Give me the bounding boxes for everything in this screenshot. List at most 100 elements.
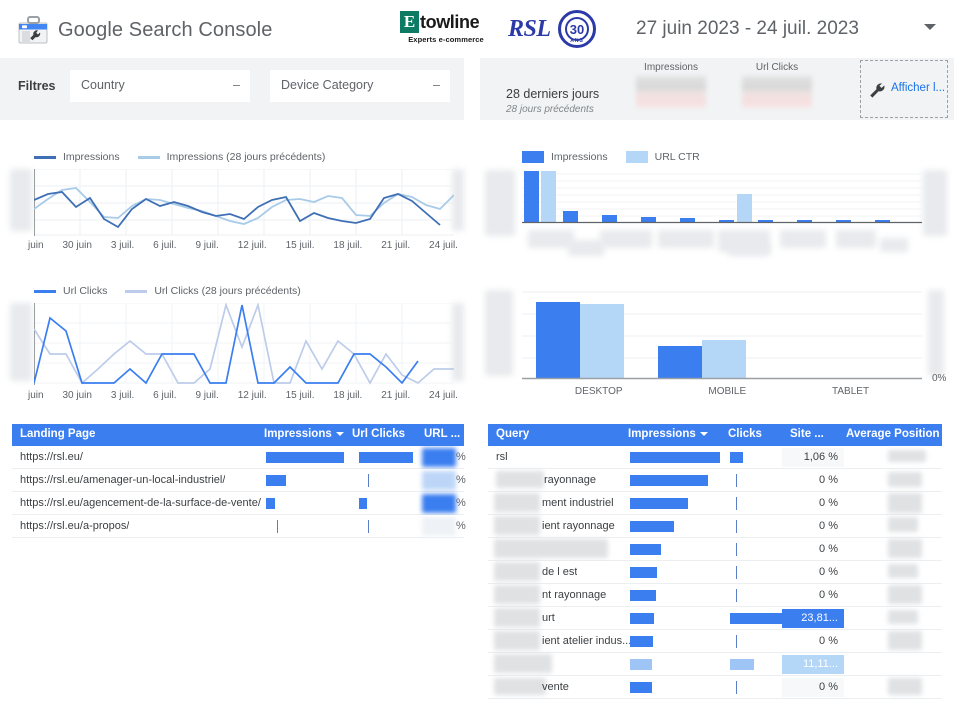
th-impressions[interactable]: Impressions: [628, 428, 708, 440]
impressions-ctr-bar-panel: Impressions URL CTR: [480, 124, 954, 272]
th-url-ctr[interactable]: URL ...: [424, 428, 460, 440]
impressions-bar: [630, 567, 657, 578]
url-ctr-value-redacted: [422, 448, 456, 467]
rsl-badge-sub: ANS: [570, 38, 584, 44]
impressions-ctr-legend: Impressions URL CTR: [522, 151, 718, 163]
table-row[interactable]: nt rayonnage 0 %: [488, 584, 942, 607]
table-row[interactable]: rayonnage 0 %: [488, 469, 942, 492]
redacted-y-axis: [485, 290, 513, 376]
landing-page-url: https://rsl.eu/amenager-un-local-industr…: [20, 474, 226, 486]
legend-line-swatch: [125, 289, 148, 293]
x-tick-label: 12 juil.: [237, 390, 267, 401]
table-row[interactable]: de l est 0 %: [488, 561, 942, 584]
kpi-card-url-clicks: Url Clicks: [742, 62, 812, 108]
x-tick-label: 15 juil.: [285, 240, 315, 251]
search-console-toolbox-icon: [16, 14, 50, 46]
th-query[interactable]: Query: [496, 428, 529, 440]
x-tick-label: 21 juil.: [381, 240, 411, 251]
table-row[interactable]: urt 23,81...: [488, 607, 942, 630]
redacted-x-tick-label: [880, 238, 908, 252]
x-tick-label: 3 juil.: [110, 240, 135, 251]
query-text-redacted: [494, 516, 540, 535]
average-position-redacted: [888, 678, 922, 695]
impressions-bar: [630, 590, 656, 601]
th-landing-page[interactable]: Landing Page: [20, 428, 95, 440]
impressions-ctr-plot: [522, 171, 922, 224]
site-ctr-value: 0 %: [819, 474, 838, 486]
site-ctr-value: 0 %: [819, 497, 838, 509]
x-tick-label: 24 juil.: [429, 390, 458, 401]
site-ctr-value: 0 %: [819, 520, 838, 532]
redacted-x-tick-label: [658, 230, 714, 248]
redacted-y-axis: [10, 303, 32, 381]
country-filter-select[interactable]: Country: [70, 70, 250, 102]
country-filter-value: Country: [81, 78, 125, 92]
redacted-x-tick-label: [568, 240, 604, 256]
query-text: nt rayonnage: [542, 589, 607, 601]
x-tick-label-tablet: TABLET: [832, 386, 870, 397]
th-site-ctr[interactable]: Site ...: [790, 428, 824, 440]
impressions-timeseries-panel: Impressions Impressions (28 jours précéd…: [0, 124, 464, 272]
table-row[interactable]: https://rsl.eu/a-propos/ %: [12, 515, 466, 538]
legend-color-swatch: [522, 151, 544, 163]
table-row[interactable]: ment industriel 0 %: [488, 492, 942, 515]
legend-item-url-clicks-prev: Url Clicks (28 jours précédents): [125, 285, 301, 297]
table-row[interactable]: rsl 1,06 %: [488, 446, 942, 469]
average-position-redacted: [888, 564, 918, 578]
clicks-bar: [730, 659, 754, 670]
landing-page-url: https://rsl.eu/: [20, 451, 83, 463]
average-position-redacted: [888, 450, 926, 462]
redacted-y-axis-right: [923, 170, 947, 236]
query-text-redacted: [494, 585, 540, 604]
chevron-down-icon[interactable]: [924, 24, 936, 30]
impressions-bar: [630, 452, 720, 463]
query-text: ment industriel: [542, 497, 614, 509]
table-row[interactable]: https://rsl.eu/agencement-de-la-surface-…: [12, 492, 466, 515]
legend-label: Url Clicks: [63, 285, 108, 297]
impressions-bar: [630, 544, 661, 555]
average-position-redacted: [888, 539, 922, 558]
legend-color-swatch: [625, 151, 648, 163]
clicks-tick: [736, 635, 737, 648]
device-category-filter-select[interactable]: Device Category: [270, 70, 450, 102]
x-tick-label: 6 juil.: [153, 240, 177, 251]
chevron-down-icon: [433, 85, 440, 86]
table-row[interactable]: https://rsl.eu/amenager-un-local-industr…: [12, 469, 466, 492]
wrench-icon: [867, 80, 887, 105]
query-text: de l est: [542, 566, 578, 578]
query-text: rayonnage: [544, 474, 596, 486]
legend-item-impressions: Impressions: [34, 151, 120, 163]
x-tick-label-mobile: MOBILE: [708, 386, 747, 397]
url-ctr-value-redacted: [422, 471, 456, 490]
device-category-plot: [522, 291, 922, 380]
x-tick-label: 30 juin: [62, 240, 92, 251]
clicks-tick: [736, 474, 737, 487]
date-range-label[interactable]: 27 juin 2023 - 24 juil. 2023: [636, 18, 859, 40]
impressions-bar: [630, 613, 654, 624]
impressions-bar: [266, 475, 286, 486]
clicks-tick: [736, 681, 737, 694]
table-row[interactable]: 11,11...: [488, 653, 942, 676]
query-text-redacted: [494, 654, 552, 673]
th-average-position[interactable]: Average Position: [846, 428, 940, 440]
landing-page-table: Landing Page Impressions Url Clicks URL …: [12, 424, 466, 538]
x-tick-label: 3 juil.: [110, 390, 135, 401]
table-row[interactable]: https://rsl.eu/ %: [12, 446, 466, 469]
table-row[interactable]: 0 %: [488, 538, 942, 561]
url-ctr-percent-sign: %: [456, 497, 466, 509]
x-tick-label: 24 juil.: [429, 240, 458, 251]
table-row[interactable]: ient rayonnage 0 %: [488, 515, 942, 538]
th-impressions[interactable]: Impressions: [264, 428, 344, 440]
th-clicks[interactable]: Clicks: [728, 428, 762, 440]
th-url-clicks[interactable]: Url Clicks: [352, 428, 405, 440]
table-row[interactable]: vente 0 %: [488, 676, 942, 699]
afficher-button[interactable]: Afficher l...: [860, 60, 948, 118]
x-tick-label: juin: [28, 240, 44, 251]
query-table: Query Impressions Clicks Site ... Averag…: [488, 424, 942, 699]
table-row[interactable]: ient atelier indus... 0 %: [488, 630, 942, 653]
clicks-tick: [736, 497, 737, 510]
legend-label: Impressions (28 jours précédents): [166, 151, 326, 163]
site-ctr-value: 23,81...: [782, 609, 844, 628]
x-tick-label: 18 juil.: [333, 240, 363, 251]
x-tick-label: juin: [28, 390, 44, 401]
